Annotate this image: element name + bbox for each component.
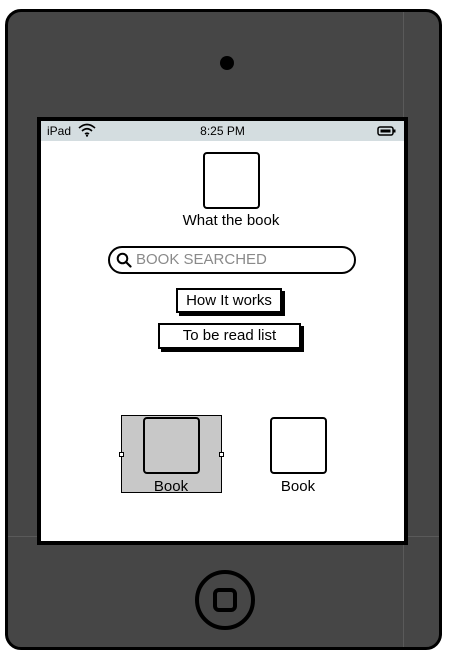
home-button[interactable]	[195, 570, 255, 630]
how-it-works-button[interactable]: How It works	[176, 288, 282, 313]
home-square-icon	[213, 588, 237, 612]
search-icon	[116, 252, 132, 268]
to-be-read-list-button[interactable]: To be read list	[158, 323, 301, 349]
book-caption: Book	[153, 478, 189, 495]
logo-caption: What the book	[182, 212, 280, 229]
search-placeholder: BOOK SEARCHED	[136, 251, 267, 268]
book-cover-placeholder[interactable]	[143, 417, 200, 474]
selection-handle-right[interactable]	[219, 452, 224, 457]
selection-handle-left[interactable]	[119, 452, 124, 457]
book-caption: Book	[280, 478, 316, 495]
screen: iPad 8:25 PM What the book BOOK SEARCHED	[41, 121, 404, 541]
camera-icon	[220, 56, 234, 70]
status-time: 8:25 PM	[200, 124, 245, 138]
search-input[interactable]: BOOK SEARCHED	[108, 246, 356, 274]
status-bar: iPad 8:25 PM	[41, 121, 404, 141]
logo-image-placeholder	[203, 152, 260, 209]
book-cover-placeholder[interactable]	[270, 417, 327, 474]
screen-bezel: iPad 8:25 PM What the book BOOK SEARCHED	[37, 117, 408, 545]
battery-icon	[377, 126, 396, 136]
